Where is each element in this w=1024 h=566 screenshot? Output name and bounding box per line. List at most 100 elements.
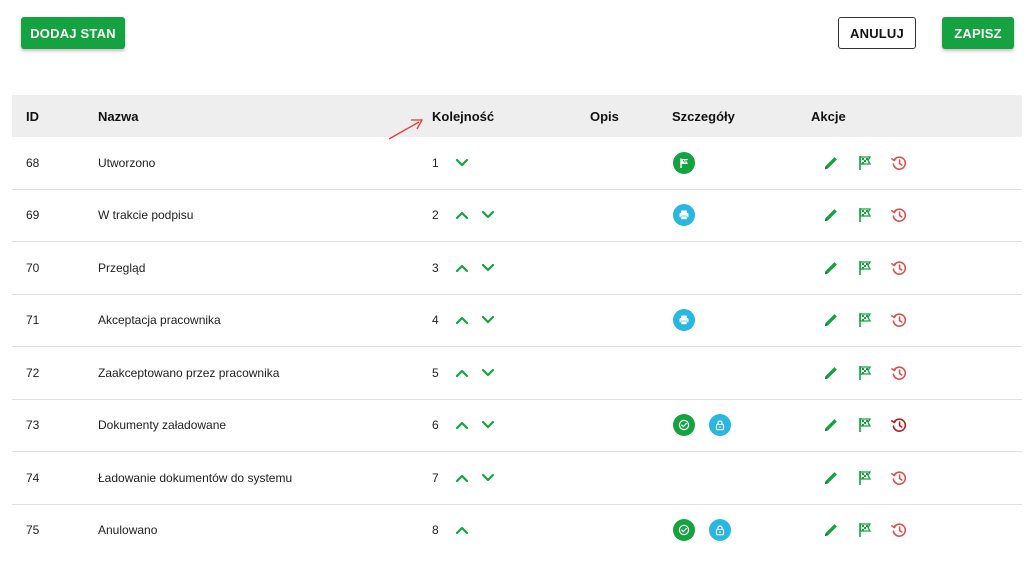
- table-header: ID Nazwa Kolejność Opis Szczegóły Akcje: [12, 95, 1022, 137]
- history-icon[interactable]: [889, 520, 909, 540]
- states-table: ID Nazwa Kolejność Opis Szczegóły Akcje …: [12, 95, 1022, 556]
- pencil-icon[interactable]: [821, 258, 841, 278]
- row-name: Utworzono: [98, 155, 156, 170]
- print-icon[interactable]: [673, 204, 695, 227]
- row-name: Dokumenty załadowane: [98, 418, 227, 433]
- move-up-icon[interactable]: [452, 258, 472, 278]
- history-icon[interactable]: [889, 415, 909, 435]
- order-number: 6: [432, 418, 439, 433]
- check-icon[interactable]: [673, 414, 695, 437]
- table-row: 71 Akceptacja pracownika 4: [12, 295, 1022, 347]
- finish-flag-icon[interactable]: [855, 363, 875, 383]
- move-up-icon[interactable]: [452, 415, 472, 435]
- row-actions: [821, 242, 923, 294]
- finish-flag-icon[interactable]: [855, 153, 875, 173]
- row-order: 8: [432, 505, 472, 557]
- row-order: 3: [432, 242, 498, 294]
- move-up-icon[interactable]: [452, 310, 472, 330]
- order-number: 1: [432, 155, 439, 170]
- row-name: Akceptacja pracownika: [98, 313, 221, 328]
- order-number: 8: [432, 523, 439, 538]
- pencil-icon[interactable]: [821, 415, 841, 435]
- history-icon[interactable]: [889, 363, 909, 383]
- pencil-icon[interactable]: [821, 363, 841, 383]
- move-down-icon[interactable]: [478, 415, 498, 435]
- pencil-icon[interactable]: [821, 205, 841, 225]
- row-actions: [821, 295, 923, 347]
- order-number: 3: [432, 260, 439, 275]
- table-row: 72 Zaakceptowano przez pracownika 5: [12, 347, 1022, 400]
- finish-flag-icon[interactable]: [855, 520, 875, 540]
- row-order: 2: [432, 190, 498, 242]
- row-order: 7: [432, 452, 498, 504]
- row-order: 6: [432, 400, 498, 452]
- finish-flag-icon[interactable]: [855, 415, 875, 435]
- history-icon[interactable]: [889, 310, 909, 330]
- row-name: Ładowanie dokumentów do systemu: [98, 470, 293, 485]
- order-number: 5: [432, 365, 439, 380]
- move-down-icon[interactable]: [478, 258, 498, 278]
- row-name: Zaakceptowano przez pracownika: [98, 365, 280, 380]
- row-actions: [821, 137, 923, 189]
- history-icon[interactable]: [889, 205, 909, 225]
- row-details: [673, 505, 731, 557]
- order-number: 2: [432, 208, 439, 223]
- row-id: 74: [26, 470, 40, 485]
- header-name: Nazwa: [98, 108, 139, 124]
- finish-flag-icon[interactable]: [855, 205, 875, 225]
- row-details: [673, 137, 695, 189]
- row-id: 75: [26, 523, 40, 538]
- header-id: ID: [26, 108, 39, 124]
- move-down-icon[interactable]: [478, 468, 498, 488]
- cancel-button[interactable]: ANULUJ: [838, 17, 916, 49]
- order-number: 7: [432, 470, 439, 485]
- finish-flag-icon[interactable]: [855, 468, 875, 488]
- table-row: 68 Utworzono 1: [12, 137, 1022, 190]
- history-icon[interactable]: [889, 258, 909, 278]
- table-row: 69 W trakcie podpisu 2: [12, 190, 1022, 242]
- lock-icon[interactable]: [709, 519, 731, 542]
- row-order: 5: [432, 347, 498, 399]
- row-name: W trakcie podpisu: [98, 208, 194, 223]
- row-actions: [821, 190, 923, 242]
- table-row: 75 Anulowano 8: [12, 505, 1022, 557]
- move-up-icon[interactable]: [452, 205, 472, 225]
- move-down-icon[interactable]: [478, 205, 498, 225]
- flag-icon[interactable]: [673, 151, 695, 174]
- table-body: 68 Utworzono 1 69 W trakcie podpisu 2 70 Przegl…: [12, 137, 1022, 556]
- table-row: 74 Ładowanie dokumentów do systemu 7: [12, 452, 1022, 505]
- pencil-icon[interactable]: [821, 153, 841, 173]
- row-details: [673, 190, 695, 242]
- move-up-icon[interactable]: [452, 520, 472, 540]
- row-order: 4: [432, 295, 498, 347]
- move-down-icon[interactable]: [478, 310, 498, 330]
- row-order: 1: [432, 137, 472, 189]
- row-actions: [821, 452, 923, 504]
- finish-flag-icon[interactable]: [855, 258, 875, 278]
- move-down-icon[interactable]: [478, 363, 498, 383]
- row-id: 69: [26, 208, 40, 223]
- row-actions: [821, 400, 923, 452]
- row-actions: [821, 505, 923, 557]
- row-details: [673, 295, 695, 347]
- row-name: Anulowano: [98, 523, 158, 538]
- table-row: 70 Przegląd 3: [12, 242, 1022, 295]
- print-icon[interactable]: [673, 309, 695, 332]
- pencil-icon[interactable]: [821, 468, 841, 488]
- row-id: 71: [26, 313, 40, 328]
- save-button[interactable]: ZAPISZ: [942, 17, 1014, 49]
- history-icon[interactable]: [889, 153, 909, 173]
- finish-flag-icon[interactable]: [855, 310, 875, 330]
- move-up-icon[interactable]: [452, 363, 472, 383]
- row-id: 68: [26, 155, 40, 170]
- lock-icon[interactable]: [709, 414, 731, 437]
- move-up-icon[interactable]: [452, 468, 472, 488]
- history-icon[interactable]: [889, 468, 909, 488]
- pencil-icon[interactable]: [821, 310, 841, 330]
- add-state-button[interactable]: DODAJ STAN: [21, 17, 125, 49]
- pencil-icon[interactable]: [821, 520, 841, 540]
- header-details: Szczegóły: [672, 108, 735, 124]
- check-icon[interactable]: [673, 519, 695, 542]
- row-id: 73: [26, 418, 40, 433]
- move-down-icon[interactable]: [452, 153, 472, 173]
